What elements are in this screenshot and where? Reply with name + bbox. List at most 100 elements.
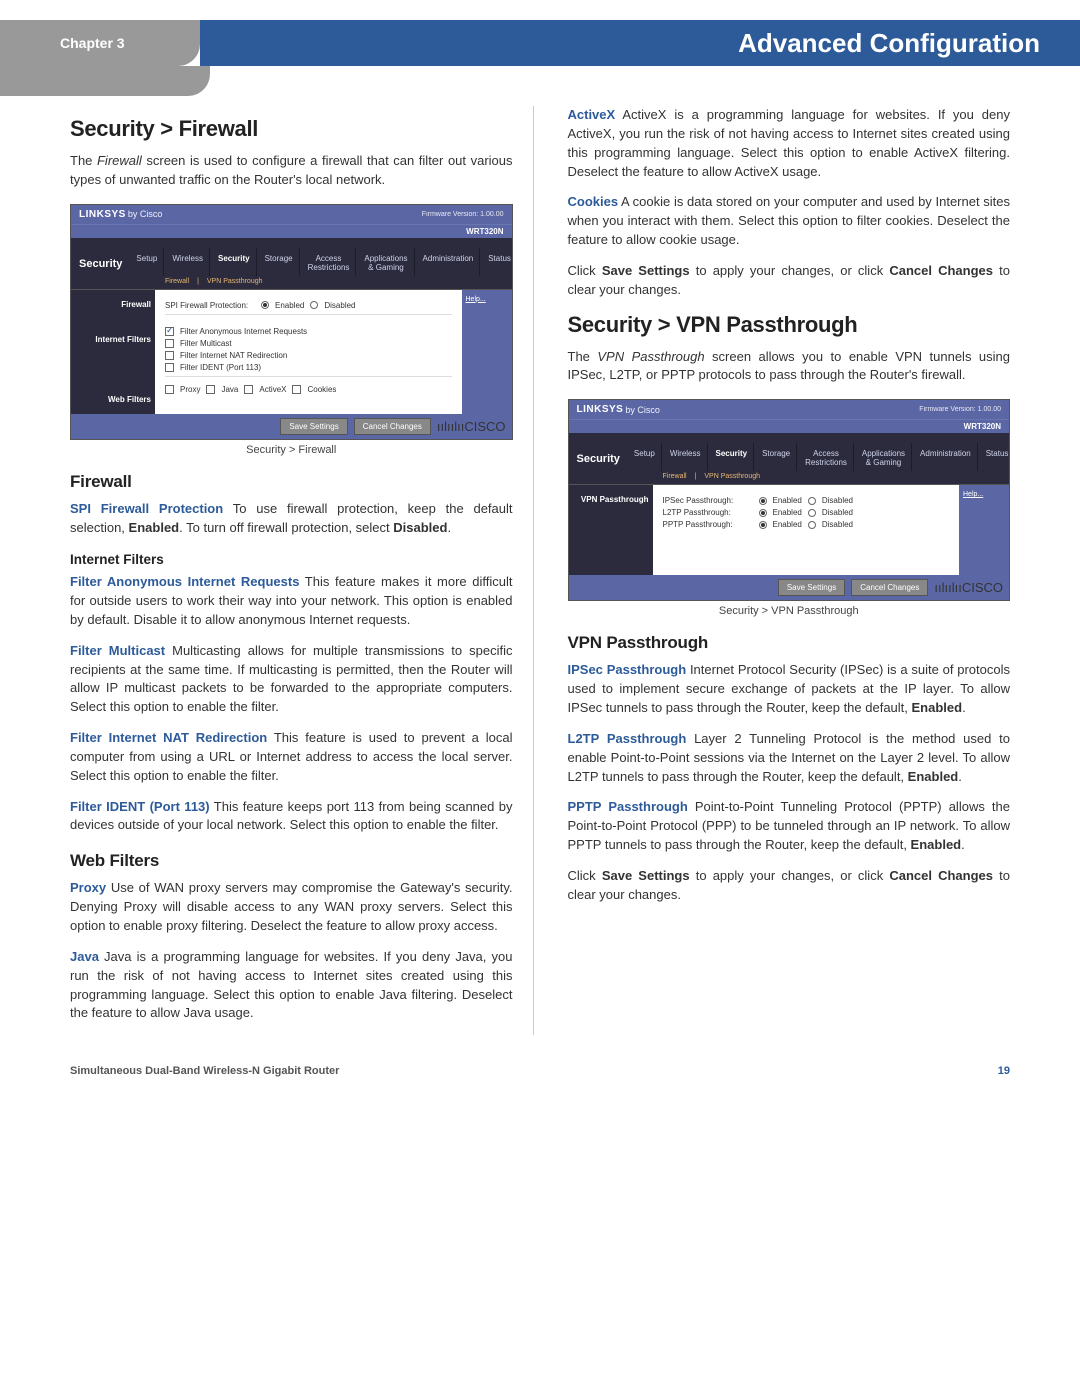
checkbox[interactable]	[165, 351, 174, 360]
radio-disabled[interactable]	[808, 509, 816, 517]
radio-disabled[interactable]	[310, 301, 318, 309]
subnav-firewall[interactable]: Firewall	[663, 473, 687, 480]
tab-access[interactable]: Access Restrictions	[799, 443, 854, 471]
cisco-logo: ıılıılııCISCO	[437, 419, 506, 434]
tab-apps[interactable]: Applications & Gaming	[856, 443, 912, 471]
tab-wireless[interactable]: Wireless	[166, 248, 210, 276]
para-cookies: Cookies A cookie is data stored on your …	[568, 193, 1011, 250]
text: Disabled	[822, 496, 853, 505]
subnav-sep: |	[197, 278, 199, 285]
text: ActiveX is a programming language for we…	[568, 107, 1011, 179]
text: Enabled	[773, 520, 802, 529]
fig-subnav: Firewall | VPN Passthrough	[71, 276, 512, 290]
cancel-button[interactable]: Cancel Changes	[354, 418, 431, 435]
tab-setup[interactable]: Setup	[628, 443, 662, 471]
radio-disabled[interactable]	[808, 521, 816, 529]
help-link[interactable]: Help...	[466, 296, 486, 303]
subnav-sep: |	[695, 473, 697, 480]
radio-enabled[interactable]	[759, 497, 767, 505]
bold: Save Settings	[602, 263, 690, 278]
text: Click	[568, 263, 602, 278]
text: .	[961, 837, 965, 852]
row-l2tp: L2TP Passthrough: Enabled Disabled	[663, 508, 950, 517]
text: A cookie is data stored on your computer…	[568, 194, 1011, 247]
term-activex: ActiveX	[568, 107, 616, 122]
chapter-tab: Chapter 3	[0, 20, 200, 66]
heading-security-firewall: Security > Firewall	[70, 116, 513, 142]
right-column: ActiveX ActiveX is a programming languag…	[533, 106, 1011, 1035]
nav-tabs: Setup Wireless Security Storage Access R…	[130, 238, 512, 276]
fig-side: Firewall Internet Filters Web Filters	[71, 290, 155, 415]
tab-storage[interactable]: Storage	[756, 443, 797, 471]
model-label: WRT320N	[71, 224, 512, 238]
tab-setup[interactable]: Setup	[130, 248, 164, 276]
row-pptp: PPTP Passthrough: Enabled Disabled	[663, 520, 950, 529]
fig-nav: Security Setup Wireless Security Storage…	[71, 238, 512, 276]
radio-disabled[interactable]	[808, 497, 816, 505]
nav-current: Security	[75, 248, 130, 276]
tab-apps[interactable]: Applications & Gaming	[358, 248, 414, 276]
cisco-logo: ıılıılııCISCO	[934, 580, 1003, 595]
tab-storage[interactable]: Storage	[259, 248, 300, 276]
brand-byline: by Cisco	[128, 209, 163, 219]
term-fm: Filter Multicast	[70, 643, 165, 658]
fig-subnav: Firewall | VPN Passthrough	[569, 471, 1010, 485]
text: Use of WAN proxy servers may compromise …	[70, 880, 513, 933]
checkbox[interactable]	[165, 339, 174, 348]
text: The	[70, 153, 97, 168]
para-pptp: PPTP Passthrough Point-to-Point Tunnelin…	[568, 798, 1011, 855]
bold: Enabled	[912, 700, 963, 715]
fig-footer: Save Settings Cancel Changes ıılıılııCIS…	[71, 414, 512, 439]
brand-logo: LINKSYS	[577, 404, 624, 415]
radio-enabled[interactable]	[759, 509, 767, 517]
row-if4: Filter IDENT (Port 113)	[165, 363, 452, 372]
bold: Enabled	[129, 520, 180, 535]
side-web-filters: Web Filters	[75, 391, 151, 409]
checkbox[interactable]	[244, 385, 253, 394]
text: The	[568, 349, 598, 364]
left-column: Security > Firewall The Firewall screen …	[70, 106, 513, 1035]
text: Disabled	[324, 301, 355, 310]
content-columns: Security > Firewall The Firewall screen …	[0, 66, 1080, 1055]
side-internet-filters: Internet Filters	[75, 331, 151, 349]
tab-security[interactable]: Security	[710, 443, 755, 471]
tab-access[interactable]: Access Restrictions	[302, 248, 357, 276]
row-if2: Filter Multicast	[165, 339, 452, 348]
tab-status[interactable]: Status	[482, 248, 512, 276]
side-vpn-passthrough: VPN Passthrough	[573, 491, 649, 509]
help-link[interactable]: Help...	[963, 491, 983, 498]
para-fm: Filter Multicast Multicasting allows for…	[70, 642, 513, 717]
checkbox[interactable]	[292, 385, 301, 394]
tab-admin[interactable]: Administration	[914, 443, 978, 471]
cancel-button[interactable]: Cancel Changes	[851, 579, 928, 596]
text: Filter Anonymous Internet Requests	[180, 327, 307, 336]
text: Cookies	[307, 385, 336, 394]
subnav-vpn[interactable]: VPN Passthrough	[704, 473, 760, 480]
fig-help-panel: Help...	[959, 485, 1009, 575]
heading-vpn-passthrough: VPN Passthrough	[568, 633, 1011, 653]
tab-wireless[interactable]: Wireless	[664, 443, 708, 471]
tab-security[interactable]: Security	[212, 248, 257, 276]
subnav-vpn[interactable]: VPN Passthrough	[207, 278, 263, 285]
model-label: WRT320N	[569, 419, 1010, 433]
bold: Enabled	[908, 769, 959, 784]
firewall-intro: The Firewall screen is used to configure…	[70, 152, 513, 190]
checkbox[interactable]	[165, 327, 174, 336]
subnav-firewall[interactable]: Firewall	[165, 278, 189, 285]
radio-enabled[interactable]	[759, 521, 767, 529]
save-button[interactable]: Save Settings	[778, 579, 845, 596]
checkbox[interactable]	[206, 385, 215, 394]
row-spi: SPI Firewall Protection: Enabled Disable…	[165, 301, 452, 310]
tab-status[interactable]: Status	[980, 443, 1010, 471]
para-java: Java Java is a programming language for …	[70, 948, 513, 1023]
text: Filter Multicast	[180, 339, 232, 348]
checkbox[interactable]	[165, 385, 174, 394]
bold: Cancel Changes	[889, 868, 993, 883]
text: Enabled	[275, 301, 304, 310]
save-button[interactable]: Save Settings	[280, 418, 347, 435]
tab-admin[interactable]: Administration	[417, 248, 481, 276]
text: Proxy	[180, 385, 200, 394]
checkbox[interactable]	[165, 363, 174, 372]
radio-enabled[interactable]	[261, 301, 269, 309]
heading-security-vpn: Security > VPN Passthrough	[568, 312, 1011, 338]
